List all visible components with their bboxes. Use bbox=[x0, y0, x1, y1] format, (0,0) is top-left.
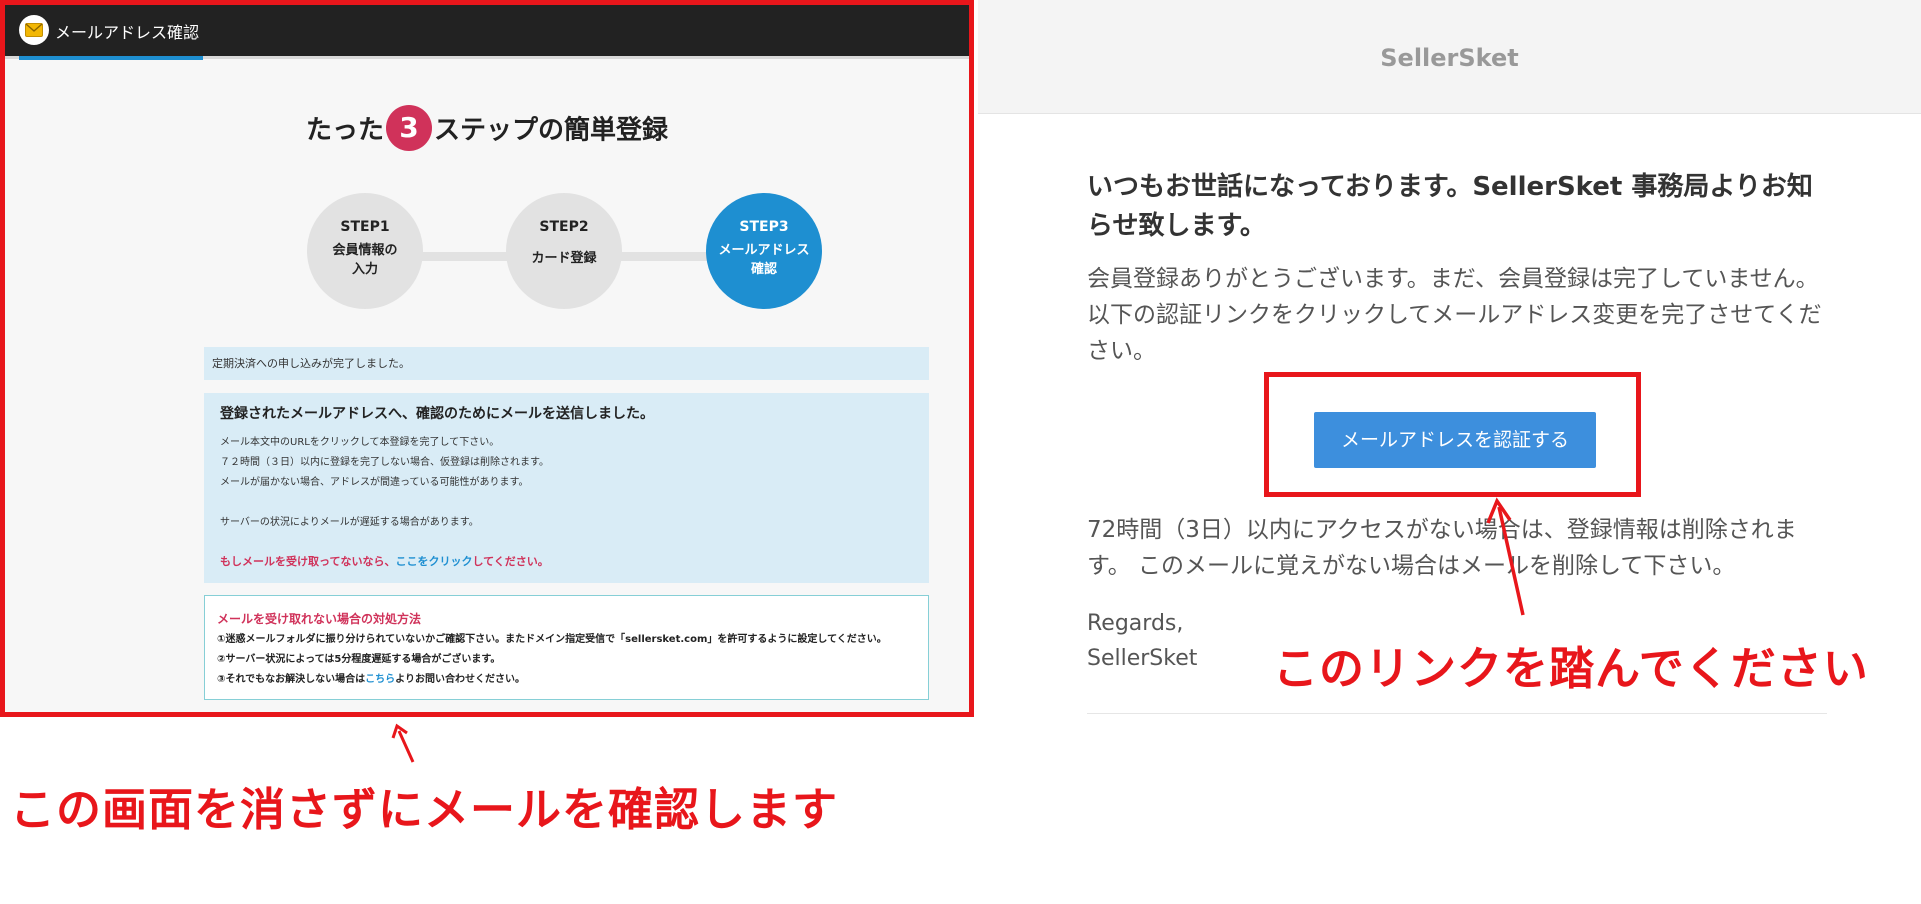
email-signature: SellerSket bbox=[1087, 646, 1198, 671]
step-title: STEP3 bbox=[739, 219, 789, 235]
info-line: ７２時間（３日）以内に登録を完了しない場合、仮登録は削除されます。 bbox=[220, 457, 549, 468]
heading-after: ステップの簡単登録 bbox=[434, 115, 669, 146]
help-line: ①迷惑メールフォルダに振り分けられていないかご確認下さい。またドメイン指定受信で… bbox=[217, 634, 887, 645]
page-topbar: メールアドレス確認 bbox=[3, 3, 971, 56]
completion-notice: 定期決済への申し込みが完了しました。 bbox=[204, 347, 929, 380]
heading-before: たった bbox=[305, 115, 384, 146]
step-2: STEP2 カード登録 bbox=[506, 193, 622, 309]
email-regards: Regards, bbox=[1087, 611, 1184, 636]
resend-before: もしメールを受け取ってないなら、 bbox=[220, 555, 396, 568]
right-annotation-caption: このリンクを踏んでください bbox=[1273, 642, 1869, 695]
resend-after: してください。 bbox=[472, 555, 549, 568]
left-annotation-caption: この画面を消さずにメールを確認します bbox=[10, 783, 839, 836]
steps-heading: たった 3 ステップの簡単登録 bbox=[3, 105, 971, 151]
page-title: メールアドレス確認 bbox=[55, 23, 200, 42]
info-line: メール本文中のURLをクリックして本登録を完了して下さい。 bbox=[220, 437, 500, 448]
step-label: 会員情報の 入力 bbox=[332, 243, 398, 277]
info-line: メールが届かない場合、アドレスが間違っている可能性があります。 bbox=[220, 477, 529, 488]
email-header: SellerSket bbox=[978, 0, 1921, 114]
step-title: STEP1 bbox=[340, 219, 390, 235]
right-arrow-icon bbox=[1486, 497, 1525, 616]
help-line3-after: よりお問い合わせください。 bbox=[395, 674, 525, 685]
email-sent-info: 登録されたメールアドレスへ、確認のためにメールを送信しました。 メール本文中のU… bbox=[204, 393, 929, 583]
step-label: カード登録 bbox=[531, 251, 597, 266]
envelope-icon bbox=[19, 15, 49, 45]
active-tab-indicator bbox=[19, 56, 203, 60]
verify-email-button[interactable]: メールアドレスを認証する bbox=[1314, 412, 1596, 468]
email-heading: いつもお世話になっております。SellerSket 事務局よりお知らせ致します。 bbox=[1087, 172, 1813, 241]
verification-email: SellerSket いつもお世話になっております。SellerSket 事務局… bbox=[978, 0, 1921, 904]
help-line: ②サーバー状況によっては5分程度遅延する場合がございます。 bbox=[217, 654, 501, 665]
step-label: メールアドレス 確認 bbox=[718, 243, 810, 277]
step-count-badge: 3 bbox=[386, 105, 432, 151]
step-title: STEP2 bbox=[539, 219, 589, 235]
info-line: サーバーの状況によりメールが遅延する場合があります。 bbox=[220, 517, 479, 528]
registration-page-screenshot: メールアドレス確認 たった 3 ステップの簡単登録 STEP1 会員情報の 入力 S… bbox=[3, 3, 971, 716]
email-body: 会員登録ありがとうございます。まだ、会員登録は完了していません。 以下の認証リン… bbox=[1087, 266, 1822, 364]
help-line: ③それでもなお解決しない場合はこちらよりお問い合わせください。 bbox=[217, 670, 916, 690]
email-divider bbox=[1087, 713, 1827, 714]
help-line3-before: ③それでもなお解決しない場合は bbox=[217, 674, 366, 685]
contact-link[interactable]: こちら bbox=[365, 674, 395, 685]
troubleshooting-box: メールを受け取れない場合の対処方法 ①迷惑メールフォルダに振り分けられていないか… bbox=[204, 595, 929, 700]
left-arrow-icon bbox=[391, 723, 415, 763]
brand-logo: SellerSket bbox=[1380, 44, 1519, 72]
info-title: 登録されたメールアドレスへ、確認のためにメールを送信しました。 bbox=[220, 406, 654, 422]
step-1: STEP1 会員情報の 入力 bbox=[307, 193, 423, 309]
email-expiry-note: 72時間（3日）以内にアクセスがない場合は、登録情報は削除されます。 このメール… bbox=[1087, 517, 1797, 579]
help-title: メールを受け取れない場合の対処方法 bbox=[217, 612, 422, 626]
step-3-active: STEP3 メールアドレス 確認 bbox=[706, 193, 822, 309]
resend-message: もしメールを受け取ってないなら、ここをクリックしてください。 bbox=[220, 553, 913, 569]
resend-link[interactable]: ここをクリック bbox=[395, 555, 472, 568]
